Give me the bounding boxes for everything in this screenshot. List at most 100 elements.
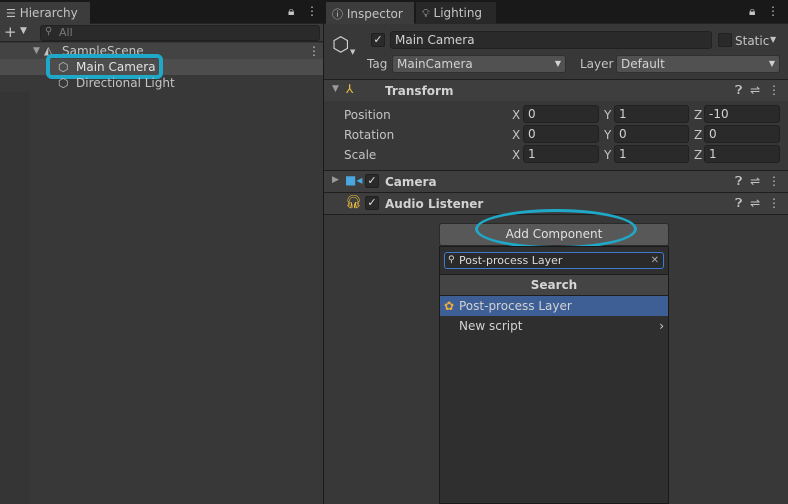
search-icon: ⚲	[45, 26, 53, 37]
position-y-field[interactable]: 1	[614, 105, 689, 123]
tag-value: MainCamera	[397, 57, 473, 71]
axis-y-label[interactable]: Y	[604, 147, 611, 163]
expand-arrow-icon[interactable]: ▼	[33, 43, 40, 59]
chevron-right-icon: ›	[659, 319, 664, 333]
help-icon[interactable]: ❓︎	[735, 196, 742, 210]
component-header-icons: ❓︎ ⇌ ⋮	[735, 83, 780, 98]
transform-header[interactable]: ▼ ⅄ Transform ❓︎ ⇌ ⋮	[324, 79, 788, 101]
chevron-down-icon: ▼	[768, 59, 775, 68]
scale-y-field[interactable]: 1	[614, 145, 689, 163]
static-checkbox[interactable]	[718, 33, 732, 47]
tag-dropdown[interactable]: MainCamera ▼	[392, 55, 566, 73]
rotation-y-field[interactable]: 0	[614, 125, 689, 143]
object-name-value: Main Camera	[395, 33, 475, 47]
position-x-field[interactable]: 0	[523, 105, 599, 123]
axis-y-label[interactable]: Y	[604, 107, 611, 123]
presets-icon[interactable]: ⇌	[750, 83, 760, 97]
gameobject-cube-icon: ⬡	[58, 76, 69, 90]
tab-lighting-label: Lighting	[433, 6, 483, 20]
static-label: Static	[735, 34, 770, 48]
axis-z-label[interactable]: Z	[694, 127, 702, 143]
add-icon[interactable]: +	[4, 23, 17, 41]
scene-menu-icon[interactable]: ⋮	[308, 43, 320, 59]
highlight-ellipse	[475, 209, 637, 249]
lock-icon[interactable]: 🔒︎	[288, 4, 294, 19]
expand-arrow-icon[interactable]: ▼	[332, 84, 339, 94]
layer-dropdown[interactable]: Default ▼	[616, 55, 780, 73]
hierarchy-tabbar: ☰ Hierarchy 🔒︎ ⋮	[0, 0, 323, 24]
rotation-x-field[interactable]: 0	[523, 125, 599, 143]
more-options-icon[interactable]: ⋮	[768, 83, 780, 97]
search-header-label: Search	[530, 278, 578, 292]
audio-listener-title: Audio Listener	[385, 197, 484, 211]
scale-z-value: 1	[709, 147, 717, 161]
tree-gutter	[0, 92, 30, 504]
popup-item-label: New script	[459, 319, 523, 333]
position-y-value: 1	[619, 107, 627, 121]
clear-search-icon[interactable]: ✕	[651, 253, 659, 268]
info-icon: ⓘ	[332, 8, 343, 21]
component-header-icons: ❓︎ ⇌ ⋮	[735, 174, 780, 189]
component-search-value: Post-process Layer	[459, 254, 563, 267]
axis-z-label[interactable]: Z	[694, 107, 702, 123]
axis-z-label[interactable]: Z	[694, 147, 702, 163]
rotation-x-value: 0	[528, 127, 536, 141]
scale-z-field[interactable]: 1	[704, 145, 780, 163]
search-results-header: Search	[440, 274, 668, 296]
position-z-value: -10	[709, 107, 729, 121]
list-icon: ☰	[6, 7, 16, 20]
scale-y-value: 1	[619, 147, 627, 161]
tag-label: Tag	[367, 57, 388, 71]
tab-lighting[interactable]: 💡︎ Lighting	[416, 2, 496, 24]
camera-title: Camera	[385, 175, 437, 189]
lock-icon[interactable]: 🔒︎	[749, 4, 755, 19]
chevron-down-icon[interactable]: ▼	[770, 35, 776, 44]
rotation-y-value: 0	[619, 127, 627, 141]
active-checkbox[interactable]: ✓	[371, 33, 385, 47]
hierarchy-tree: ▼ ◭ SampleScene ⋮ ⬡ Main Camera ⬡ Direct…	[0, 42, 323, 504]
chevron-down-icon[interactable]: ▼	[20, 26, 27, 36]
scale-label: Scale	[344, 148, 377, 162]
popup-item-label: Post-process Layer	[459, 299, 572, 313]
hierarchy-item-directional-light[interactable]: ⬡ Directional Light	[0, 75, 323, 91]
rotation-label: Rotation	[344, 128, 395, 142]
object-name-field[interactable]: Main Camera	[390, 31, 712, 49]
camera-component-header[interactable]: ▶ ■◂ ✓ Camera ❓︎ ⇌ ⋮	[324, 170, 788, 192]
more-options-icon[interactable]: ⋮	[768, 196, 780, 210]
tab-hierarchy-label: Hierarchy	[19, 6, 78, 20]
expand-arrow-icon[interactable]: ▶	[332, 175, 339, 185]
camera-enabled-checkbox[interactable]: ✓	[365, 174, 379, 188]
presets-icon[interactable]: ⇌	[750, 196, 760, 210]
rotation-z-field[interactable]: 0	[704, 125, 780, 143]
tab-hierarchy[interactable]: ☰ Hierarchy	[0, 2, 90, 24]
help-icon[interactable]: ❓︎	[735, 83, 742, 97]
headphones-icon: 🎧︎	[345, 195, 362, 210]
component-search-input[interactable]: ⚲ Post-process Layer ✕	[444, 252, 664, 269]
hierarchy-search-input[interactable]: ⚲ All	[40, 25, 320, 41]
position-z-field[interactable]: -10	[704, 105, 780, 123]
position-label: Position	[344, 108, 391, 122]
axis-x-label[interactable]: X	[512, 127, 520, 143]
component-header-icons: ❓︎ ⇌ ⋮	[735, 196, 780, 211]
post-process-icon: ✿	[444, 299, 455, 313]
tab-inspector-label: Inspector	[346, 7, 403, 21]
transform-title: Transform	[385, 84, 454, 98]
camera-icon: ■◂	[345, 173, 363, 187]
axis-x-label[interactable]: X	[512, 147, 520, 163]
scale-x-value: 1	[528, 147, 536, 161]
popup-item-new-script[interactable]: New script ›	[440, 316, 668, 336]
axis-y-label[interactable]: Y	[604, 127, 611, 143]
help-icon[interactable]: ❓︎	[735, 174, 742, 188]
audio-listener-enabled-checkbox[interactable]: ✓	[365, 196, 379, 210]
scale-x-field[interactable]: 1	[523, 145, 599, 163]
presets-icon[interactable]: ⇌	[750, 174, 760, 188]
more-options-icon[interactable]: ⋮	[306, 4, 318, 18]
more-options-icon[interactable]: ⋮	[767, 4, 779, 18]
lightbulb-icon: 💡︎	[422, 7, 430, 20]
popup-item-post-process-layer[interactable]: ✿ Post-process Layer	[440, 296, 668, 316]
axis-x-label[interactable]: X	[512, 107, 520, 123]
more-options-icon[interactable]: ⋮	[768, 174, 780, 188]
tab-inspector[interactable]: ⓘ Inspector	[326, 2, 414, 24]
chevron-down-icon: ▼	[554, 59, 561, 68]
chevron-down-icon[interactable]: ▼	[350, 48, 355, 56]
